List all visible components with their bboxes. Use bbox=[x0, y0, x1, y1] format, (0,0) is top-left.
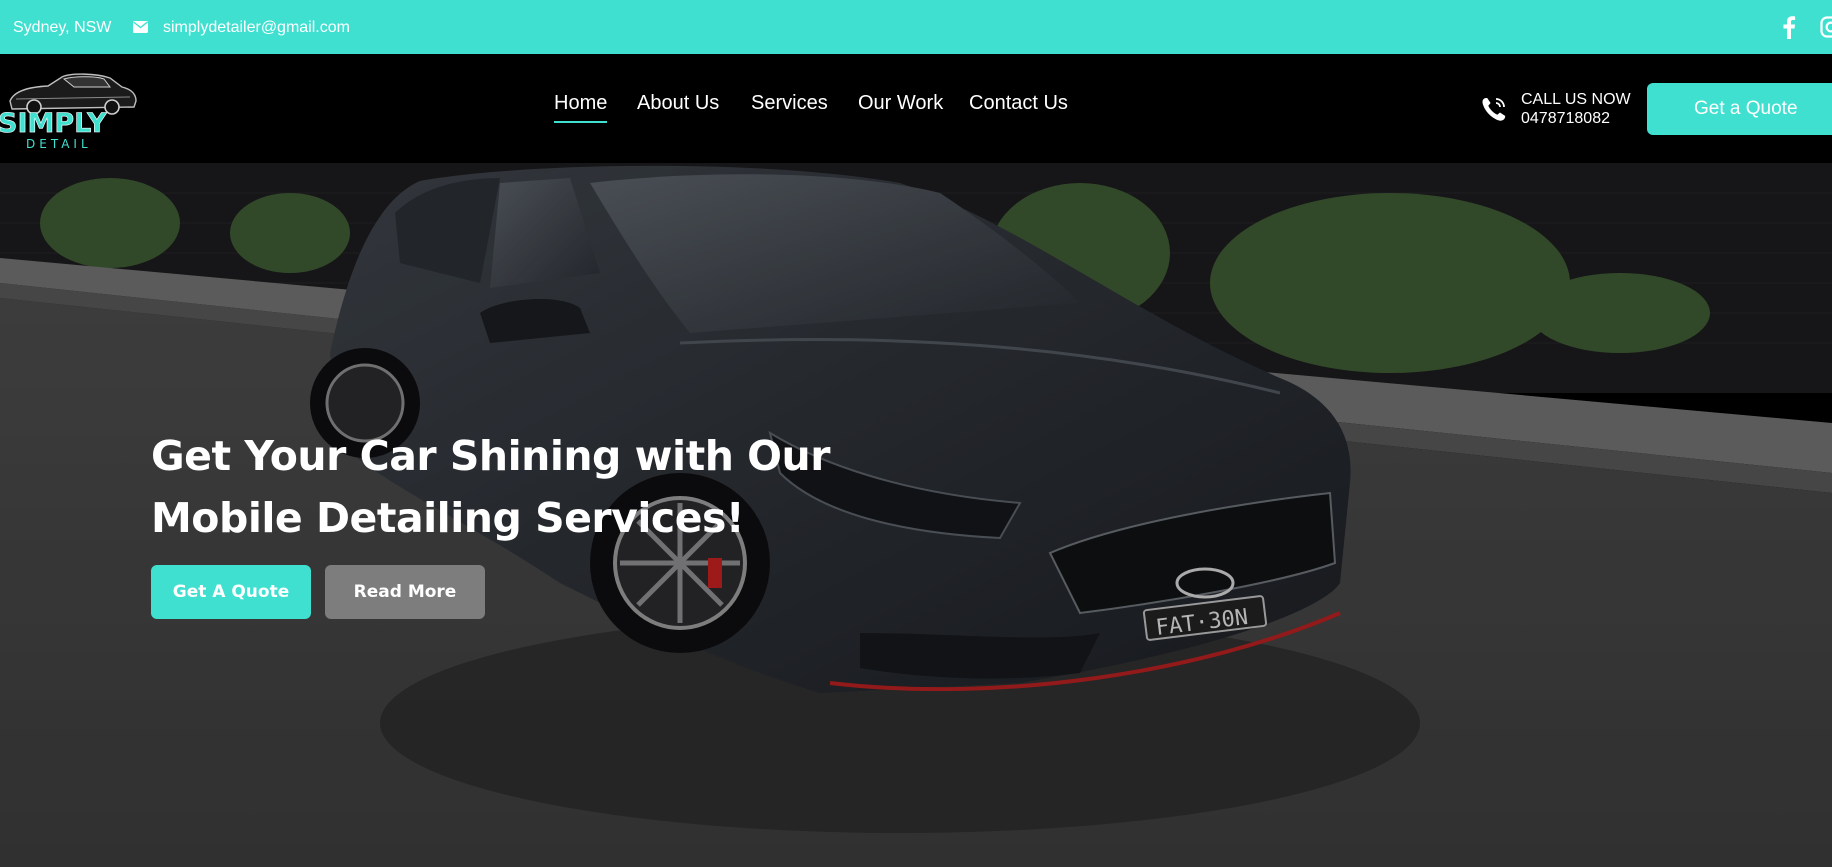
hero-title-line-1: Get Your Car Shining with Our bbox=[151, 432, 830, 480]
phone-icon bbox=[1482, 98, 1506, 121]
logo-text-top: SIMPLY bbox=[0, 108, 107, 139]
hero-title: Get Your Car Shining with Our Mobile Det… bbox=[151, 425, 871, 549]
instagram-icon[interactable] bbox=[1820, 16, 1832, 38]
facebook-icon[interactable] bbox=[1782, 15, 1796, 39]
call-us-label: CALL US NOW bbox=[1521, 91, 1631, 108]
main-header: SIMPLY DETAIL Home About Us Services Our… bbox=[0, 54, 1832, 163]
hero-title-line-2: Mobile Detailing Services! bbox=[151, 494, 745, 542]
nav-about-us[interactable]: About Us bbox=[637, 92, 719, 115]
location-text: Sydney, NSW bbox=[13, 19, 112, 36]
logo-text-bottom: DETAIL bbox=[26, 137, 92, 149]
nav-our-work[interactable]: Our Work bbox=[858, 92, 943, 115]
nav-contact-us[interactable]: Contact Us bbox=[969, 92, 1068, 115]
simply-detail-logo[interactable]: SIMPLY DETAIL bbox=[0, 69, 140, 149]
hero-get-a-quote-button[interactable]: Get A Quote bbox=[151, 565, 311, 619]
top-bar: Sydney, NSW simplydetailer@gmail.com bbox=[0, 0, 1832, 54]
nav-services[interactable]: Services bbox=[751, 92, 828, 115]
get-a-quote-button[interactable]: Get a Quote bbox=[1647, 83, 1832, 135]
read-more-button[interactable]: Read More bbox=[325, 565, 485, 619]
hero-section: FAT·30N Get Your Car Shining with Our Mo… bbox=[0, 163, 1832, 867]
mail-icon bbox=[133, 21, 148, 33]
phone-number[interactable]: 0478718082 bbox=[1521, 110, 1610, 128]
nav-home[interactable]: Home bbox=[554, 92, 608, 123]
email-link[interactable]: simplydetailer@gmail.com bbox=[163, 19, 350, 37]
